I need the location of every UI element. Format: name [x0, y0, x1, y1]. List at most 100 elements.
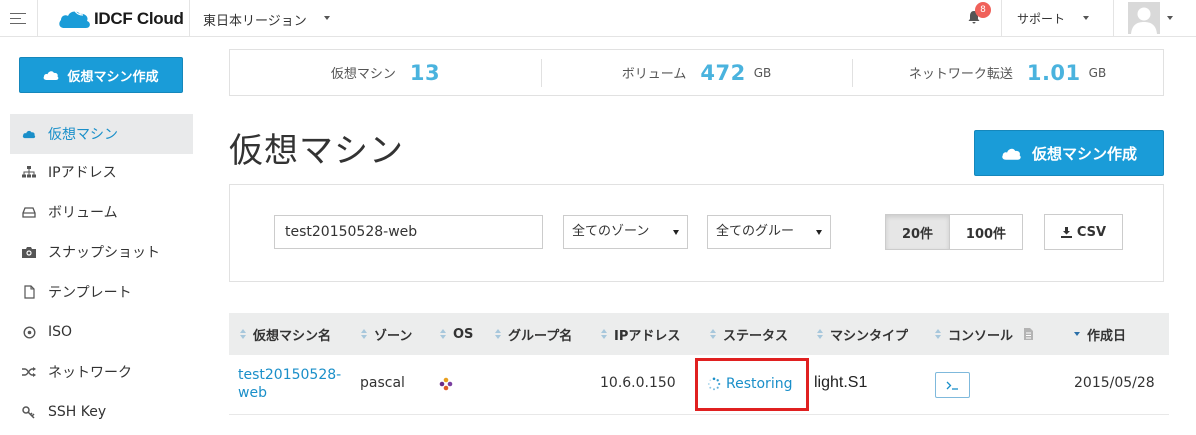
sort-icon	[935, 329, 942, 339]
column-header-console[interactable]: コンソール	[935, 325, 1034, 344]
sort-icon	[817, 329, 824, 339]
stat-value: 472	[700, 60, 746, 85]
cloud-logo-icon	[59, 10, 90, 28]
zone-cell: pascal	[360, 375, 405, 391]
spinner-icon	[707, 377, 721, 391]
column-header-created[interactable]: 作成日	[1074, 325, 1126, 344]
stat-label: ネットワーク転送	[908, 67, 1013, 82]
disc-icon	[20, 324, 38, 340]
column-header-group[interactable]: グループ名	[495, 325, 572, 344]
file-icon	[20, 284, 38, 300]
os-logo-icon	[439, 377, 453, 395]
sidebar-item-label: ボリューム	[48, 205, 118, 221]
sidebar-item-ip[interactable]: IPアドレス	[10, 152, 193, 192]
stat-value: 1.01	[1026, 60, 1081, 85]
column-header-status[interactable]: ステータス	[710, 325, 788, 344]
download-icon	[1060, 226, 1072, 238]
ip-cell: 10.6.0.150	[600, 375, 676, 391]
divider	[1113, 0, 1114, 37]
sidebar-item-label: スナップショット	[48, 245, 160, 261]
stat-value: 13	[409, 60, 441, 85]
chevron-down-icon[interactable]	[1167, 16, 1173, 20]
divider	[189, 0, 190, 37]
vm-name-link[interactable]: test20150528- web	[238, 366, 341, 402]
machine-type-cell: light.S1	[814, 374, 868, 391]
terminal-icon	[946, 381, 958, 390]
sort-icon	[440, 329, 447, 339]
brand-name: IDCF Cloud	[94, 9, 184, 28]
csv-label: CSV	[1076, 224, 1107, 240]
divider	[37, 0, 38, 37]
sidebar-item-network[interactable]: ネットワーク	[10, 352, 193, 392]
hdd-icon	[20, 204, 38, 220]
sidebar-item-label: IPアドレス	[48, 165, 117, 181]
divider	[1001, 0, 1002, 37]
brand-logo[interactable]: IDCF Cloud	[58, 8, 184, 30]
sidebar-item-volume[interactable]: ボリューム	[10, 192, 193, 232]
stat-unit: GB	[1088, 65, 1107, 80]
page-title: 仮想マシン	[229, 131, 404, 171]
sidebar-item-iso[interactable]: ISO	[10, 312, 193, 352]
camera-icon	[20, 244, 38, 260]
sidebar-item-label: ISO	[48, 324, 73, 340]
create-vm-button[interactable]: 仮想マシン作成	[19, 57, 183, 93]
page-size-100-button[interactable]: 100件	[949, 214, 1023, 250]
summary-stats: 仮想マシン 13 ボリューム 472 GB ネットワーク転送 1.01 GB	[229, 49, 1164, 96]
column-header-os[interactable]: OS	[440, 327, 473, 342]
stat-vm: 仮想マシン 13	[230, 50, 541, 95]
cloud-icon	[44, 71, 59, 80]
sidebar-item-ssh-key[interactable]: SSH Key	[10, 392, 193, 432]
sidebar-item-template[interactable]: テンプレート	[10, 272, 193, 312]
column-header-machine-type[interactable]: マシンタイプ	[817, 325, 908, 344]
sidebar-item-label: SSH Key	[48, 404, 107, 420]
sidebar-item-label: テンプレート	[48, 285, 132, 301]
sort-icon	[710, 329, 717, 339]
menu-icon[interactable]	[10, 13, 26, 24]
csv-download-button[interactable]: CSV	[1044, 214, 1123, 250]
create-vm-button-main[interactable]: 仮想マシン作成	[974, 130, 1164, 176]
stat-label: 仮想マシン	[330, 67, 396, 82]
vm-table: 仮想マシン名 ゾーン OS グループ名 IPアドレス ステータス マシンタイプ …	[229, 313, 1169, 415]
sort-icon	[601, 329, 608, 339]
stat-label: ボリューム	[621, 67, 687, 82]
zone-select[interactable]: 全てのゾーン	[563, 215, 688, 249]
status-cell: Restoring	[707, 376, 792, 392]
column-header-name[interactable]: 仮想マシン名	[240, 325, 331, 344]
avatar[interactable]	[1128, 2, 1160, 34]
stat-unit: GB	[753, 65, 772, 80]
chevron-down-icon[interactable]	[324, 16, 330, 20]
filter-panel: 全てのゾーン 全てのグルー 20件 100件 CSV	[229, 184, 1164, 282]
sort-icon	[361, 329, 368, 339]
column-header-zone[interactable]: ゾーン	[361, 325, 412, 344]
sidebar-item-vm[interactable]: 仮想マシン	[10, 114, 193, 154]
console-button[interactable]	[935, 372, 970, 398]
cloud-icon	[20, 126, 38, 142]
page-size-20-button[interactable]: 20件	[885, 214, 950, 250]
chevron-down-icon[interactable]	[1083, 16, 1089, 20]
group-select[interactable]: 全てのグルー	[707, 215, 831, 249]
page-size-toggle: 20件 100件	[885, 214, 1023, 250]
shuffle-icon	[20, 364, 38, 380]
notification-badge[interactable]: 8	[975, 2, 991, 18]
region-selector[interactable]: 東日本リージョン	[203, 10, 307, 29]
table-header: 仮想マシン名 ゾーン OS グループ名 IPアドレス ステータス マシンタイプ …	[229, 313, 1169, 355]
support-menu[interactable]: サポート	[1017, 10, 1065, 27]
sidebar-item-snapshot[interactable]: スナップショット	[10, 232, 193, 272]
sidebar-item-label: ネットワーク	[48, 365, 132, 381]
stat-network: ネットワーク転送 1.01 GB	[852, 50, 1163, 95]
sidebar: 仮想マシン作成 仮想マシン IPアドレス ボリューム スナップショット テンプレ…	[0, 38, 200, 435]
key-icon	[20, 404, 38, 420]
sort-icon	[240, 329, 247, 339]
top-bar: IDCF Cloud 東日本リージョン 8 サポート	[0, 0, 1196, 37]
sort-desc-icon	[1074, 332, 1080, 336]
column-header-ip[interactable]: IPアドレス	[601, 325, 680, 344]
table-row[interactable]: test20150528- web pascal 10.6.0.150 Rest…	[229, 355, 1169, 415]
file-icon	[1024, 328, 1034, 340]
stat-volume: ボリューム 472 GB	[541, 50, 852, 95]
sitemap-icon	[20, 164, 38, 180]
search-input[interactable]	[274, 215, 543, 249]
create-vm-label: 仮想マシン作成	[67, 69, 159, 85]
sort-icon	[495, 329, 502, 339]
status-label: Restoring	[726, 376, 793, 392]
created-date-cell: 2015/05/28	[1074, 375, 1155, 391]
